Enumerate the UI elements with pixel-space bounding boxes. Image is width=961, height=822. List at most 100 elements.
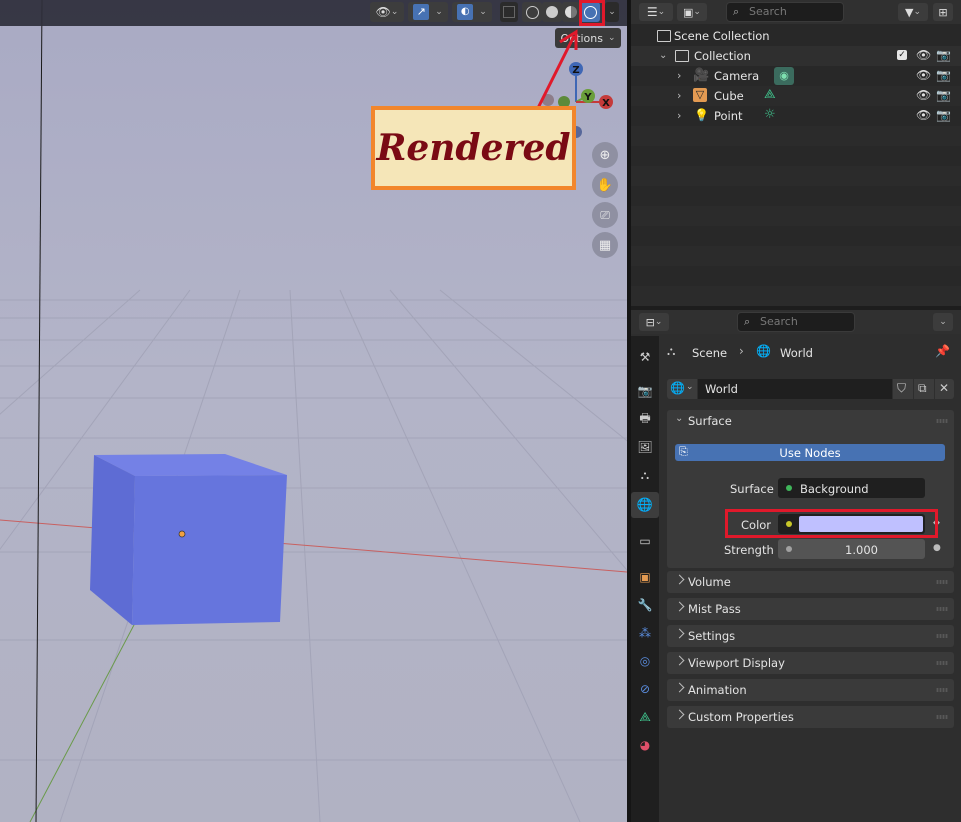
- tab-modifiers[interactable]: 🔧: [636, 596, 654, 614]
- eye-icon[interactable]: 👁: [916, 68, 931, 82]
- drag-grip-icon[interactable]: [936, 688, 948, 692]
- tab-render[interactable]: 📷: [636, 382, 654, 400]
- world-browse-dropdown[interactable]: 🌐 ⌄: [667, 379, 697, 399]
- camera-icon: ⎚: [600, 207, 610, 222]
- shader-socket-dot: [786, 485, 792, 491]
- chevron-right-icon: [674, 709, 685, 720]
- tab-physics[interactable]: ◎: [636, 652, 654, 670]
- mist-pass-panel[interactable]: Mist Pass: [667, 598, 954, 620]
- properties-options-dropdown[interactable]: ⌄: [933, 313, 953, 331]
- tab-particles[interactable]: ⁂: [636, 624, 654, 642]
- tab-data[interactable]: ⟁: [636, 708, 654, 726]
- collection-row[interactable]: ⌄ Collection ✓ 👁 📷: [631, 46, 961, 66]
- tab-material[interactable]: ◕: [636, 736, 654, 754]
- properties-editor-icon: ⊟: [645, 315, 655, 329]
- tab-collection[interactable]: ▭: [636, 532, 654, 550]
- tab-constraints[interactable]: ⊘: [636, 680, 654, 698]
- editor-type-dropdown[interactable]: ☰ ⌄: [639, 3, 673, 21]
- solid-shading-button[interactable]: [542, 2, 562, 22]
- scene-collection-row[interactable]: Scene Collection: [631, 26, 961, 46]
- surface-panel-header[interactable]: ⌄ Surface: [667, 410, 954, 432]
- 3d-viewport[interactable]: 👁 ⌄ ↗ ⌄ ◐ ⌄ ⌄ Options ⌄ Z Y X ⊕ ✋ ⎚ ▦ Re…: [0, 0, 627, 822]
- visibility-dropdown[interactable]: 👁 ⌄: [370, 2, 404, 22]
- outliner-item-point[interactable]: › 💡 Point ☼ 👁 📷: [631, 106, 961, 126]
- fake-user-button[interactable]: ⛉: [893, 379, 913, 399]
- drag-grip-icon[interactable]: [936, 580, 948, 584]
- particles-icon: ⁂: [639, 626, 651, 640]
- pan-button[interactable]: ✋: [592, 172, 618, 198]
- mesh-data-icon[interactable]: ⟁: [764, 87, 776, 102]
- hand-icon: ✋: [596, 177, 614, 193]
- overlays-dropdown[interactable]: ◐ ⌄: [452, 2, 492, 22]
- camera-data-icon[interactable]: ◉: [774, 67, 794, 85]
- viewport-display-panel[interactable]: Viewport Display: [667, 652, 954, 674]
- drag-grip-icon[interactable]: [936, 607, 948, 611]
- eye-icon[interactable]: 👁: [916, 108, 931, 122]
- outliner: ☰ ⌄ ▣ ⌄ ⌕ Search ▼ ⌄ ⊞ Scene Collection ⌄ C…: [631, 0, 961, 306]
- wrench-icon: 🔧: [637, 598, 653, 612]
- tab-scene[interactable]: ⛬: [636, 466, 654, 484]
- gizmo-dropdown[interactable]: ↗ ⌄: [408, 2, 448, 22]
- world-name-field[interactable]: World: [698, 379, 892, 399]
- drag-grip-icon[interactable]: [936, 661, 948, 665]
- solid-sphere-icon: [546, 6, 558, 18]
- custom-properties-panel[interactable]: Custom Properties: [667, 706, 954, 728]
- magnifier-plus-icon: ⊕: [599, 147, 611, 163]
- expand-right-icon: ›: [677, 69, 682, 82]
- tool-icon: ⚒: [639, 350, 651, 364]
- include-checkbox[interactable]: ✓: [897, 50, 907, 60]
- render-camera-icon[interactable]: 📷: [936, 108, 951, 122]
- xray-toggle[interactable]: [500, 2, 518, 22]
- cube-mesh: [90, 454, 287, 625]
- render-camera-icon[interactable]: 📷: [936, 68, 951, 82]
- eye-icon[interactable]: 👁: [916, 48, 931, 62]
- strength-field[interactable]: 1.000: [778, 539, 925, 559]
- eye-icon[interactable]: 👁: [916, 88, 931, 102]
- tab-world[interactable]: 🌐: [636, 496, 654, 514]
- render-camera-icon[interactable]: 📷: [936, 48, 951, 62]
- volume-panel[interactable]: Volume: [667, 571, 954, 593]
- wireframe-shading-button[interactable]: [522, 2, 542, 22]
- light-data-icon[interactable]: ☼: [764, 107, 776, 122]
- tab-object[interactable]: ▣: [636, 568, 654, 586]
- outliner-empty-row: [631, 166, 961, 186]
- display-mode-dropdown[interactable]: ▣ ⌄: [677, 3, 707, 21]
- perspective-toggle-button[interactable]: ▦: [592, 232, 618, 258]
- new-collection-button[interactable]: ⊞: [933, 3, 953, 21]
- pin-icon[interactable]: 📌: [935, 344, 950, 358]
- camera-view-button[interactable]: ⎚: [592, 202, 618, 228]
- settings-panel[interactable]: Settings: [667, 625, 954, 647]
- properties-search-input[interactable]: ⌕ Search: [737, 312, 855, 332]
- image-icon: 🖼: [637, 440, 653, 454]
- point-label: Point: [714, 109, 743, 123]
- use-nodes-button[interactable]: ⎘ Use Nodes: [675, 444, 945, 461]
- animation-panel[interactable]: Animation: [667, 679, 954, 701]
- outliner-item-cube[interactable]: › ▽ Cube ⟁ 👁 📷: [631, 86, 961, 106]
- drag-grip-icon[interactable]: [936, 715, 948, 719]
- surface-shader-field[interactable]: Background: [778, 478, 925, 498]
- keyframe-dot-icon[interactable]: ●: [933, 543, 941, 553]
- shading-options-dropdown[interactable]: ⌄: [605, 2, 619, 22]
- gizmo-icon: ↗: [413, 4, 430, 20]
- drag-grip-icon[interactable]: [936, 419, 948, 423]
- tab-view-layer[interactable]: 🖼: [636, 438, 654, 456]
- world-icon: 🌐: [670, 381, 685, 395]
- drag-grip-icon[interactable]: [936, 634, 948, 638]
- filter-dropdown[interactable]: ▼ ⌄: [898, 3, 928, 21]
- strength-value: 1.000: [845, 543, 878, 557]
- cube-label: Cube: [714, 89, 744, 103]
- outliner-search-input[interactable]: ⌕ Search: [726, 2, 844, 22]
- editor-type-dropdown[interactable]: ⊟ ⌄: [639, 313, 669, 331]
- tab-output[interactable]: 🖶: [636, 410, 654, 428]
- breadcrumb-separator-icon: ›: [739, 344, 744, 358]
- outliner-empty-row: [631, 286, 961, 306]
- outliner-item-camera[interactable]: › 🎥 Camera ◉ 👁 📷: [631, 66, 961, 86]
- tab-tool[interactable]: ⚒: [636, 348, 654, 366]
- material-preview-button[interactable]: [562, 2, 580, 22]
- xray-icon: [503, 6, 515, 18]
- duplicate-world-button[interactable]: ⧉: [914, 379, 934, 399]
- animation-panel-title: Animation: [688, 683, 747, 697]
- unlink-world-button[interactable]: ✕: [935, 379, 954, 399]
- render-camera-icon[interactable]: 📷: [936, 88, 951, 102]
- zoom-button[interactable]: ⊕: [592, 142, 618, 168]
